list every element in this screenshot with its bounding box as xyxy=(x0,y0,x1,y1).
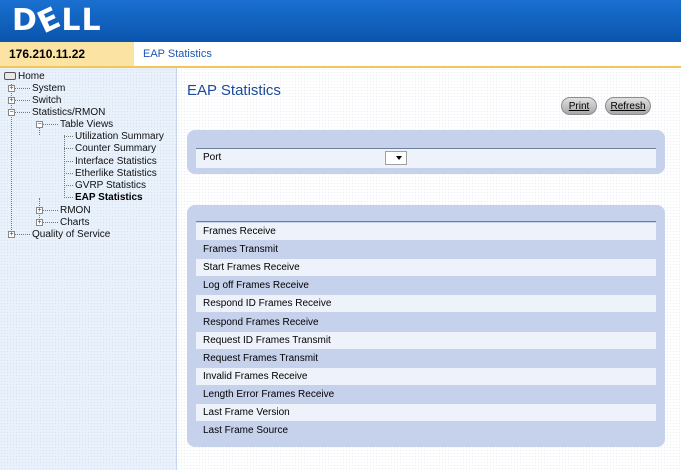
expand-icon[interactable]: + xyxy=(8,231,15,238)
nav-item-statistics-rmon[interactable]: Statistics/RMON xyxy=(32,107,105,118)
nav-item-table-views[interactable]: Table Views xyxy=(60,119,113,130)
stat-row: Request Frames Transmit xyxy=(196,349,656,367)
expand-icon[interactable]: + xyxy=(36,207,43,214)
folder-icon xyxy=(4,72,16,80)
nav-item-quality-of-service[interactable]: Quality of Service xyxy=(32,229,110,240)
stat-row: Log off Frames Receive xyxy=(196,277,656,295)
refresh-button[interactable]: Refresh xyxy=(605,97,651,115)
nav-item-rmon[interactable]: RMON xyxy=(60,205,91,216)
nav-item-utilization-summary[interactable]: Utilization Summary xyxy=(75,131,164,142)
collapse-icon[interactable]: − xyxy=(36,121,43,128)
expand-icon[interactable]: + xyxy=(36,219,43,226)
device-ip: 176.210.11.22 xyxy=(0,42,134,66)
port-row: Port xyxy=(196,149,656,168)
stat-row: Last Frame Source xyxy=(196,422,656,440)
expand-icon[interactable]: + xyxy=(8,97,15,104)
stat-row: Start Frames Receive xyxy=(196,259,656,277)
nav-item-gvrp-statistics[interactable]: GVRP Statistics xyxy=(75,180,146,191)
nav-item-eap-statistics[interactable]: EAP Statistics xyxy=(75,192,143,203)
stat-row: Length Error Frames Receive xyxy=(196,385,656,403)
stat-row: Respond ID Frames Receive xyxy=(196,295,656,313)
nav-item-charts[interactable]: Charts xyxy=(60,217,89,228)
nav-item-counter-summary[interactable]: Counter Summary xyxy=(75,143,156,154)
nav-label-home: Home xyxy=(18,71,45,82)
stat-row: Frames Transmit xyxy=(196,241,656,259)
print-button[interactable]: Print xyxy=(561,97,597,115)
nav-item-interface-statistics[interactable]: Interface Statistics xyxy=(75,156,157,167)
stat-row: Request ID Frames Transmit xyxy=(196,331,656,349)
port-label: Port xyxy=(203,152,222,163)
address-bar: 176.210.11.22 EAP Statistics xyxy=(0,42,681,68)
nav-item-system[interactable]: System xyxy=(32,83,65,94)
port-panel: Port xyxy=(187,130,665,174)
breadcrumb: EAP Statistics xyxy=(143,48,212,60)
nav-item-home[interactable]: Home xyxy=(4,71,45,82)
stat-row: Frames Receive xyxy=(196,223,656,240)
app-window: DELL 176.210.11.22 EAP Statistics Home +… xyxy=(0,0,681,470)
nav-item-etherlike-statistics[interactable]: Etherlike Statistics xyxy=(75,168,157,179)
stat-row: Invalid Frames Receive xyxy=(196,367,656,385)
dell-logo: DELL xyxy=(12,0,102,41)
page-title: EAP Statistics xyxy=(187,82,281,99)
header-bar: DELL xyxy=(0,0,681,42)
expand-icon[interactable]: + xyxy=(8,85,15,92)
chevron-down-icon xyxy=(396,156,402,160)
port-select[interactable] xyxy=(385,151,407,165)
main-content: EAP Statistics Print Refresh Port Frames… xyxy=(177,68,681,470)
nav-item-switch[interactable]: Switch xyxy=(32,95,61,106)
stat-row: Respond Frames Receive xyxy=(196,313,656,331)
nav-tree: Home + System + Switch − Statistics/RMON… xyxy=(0,68,177,470)
stat-row: Last Frame Version xyxy=(196,404,656,421)
statistics-panel: Frames Receive Frames Transmit Start Frame… xyxy=(187,205,665,447)
collapse-icon[interactable]: − xyxy=(8,109,15,116)
